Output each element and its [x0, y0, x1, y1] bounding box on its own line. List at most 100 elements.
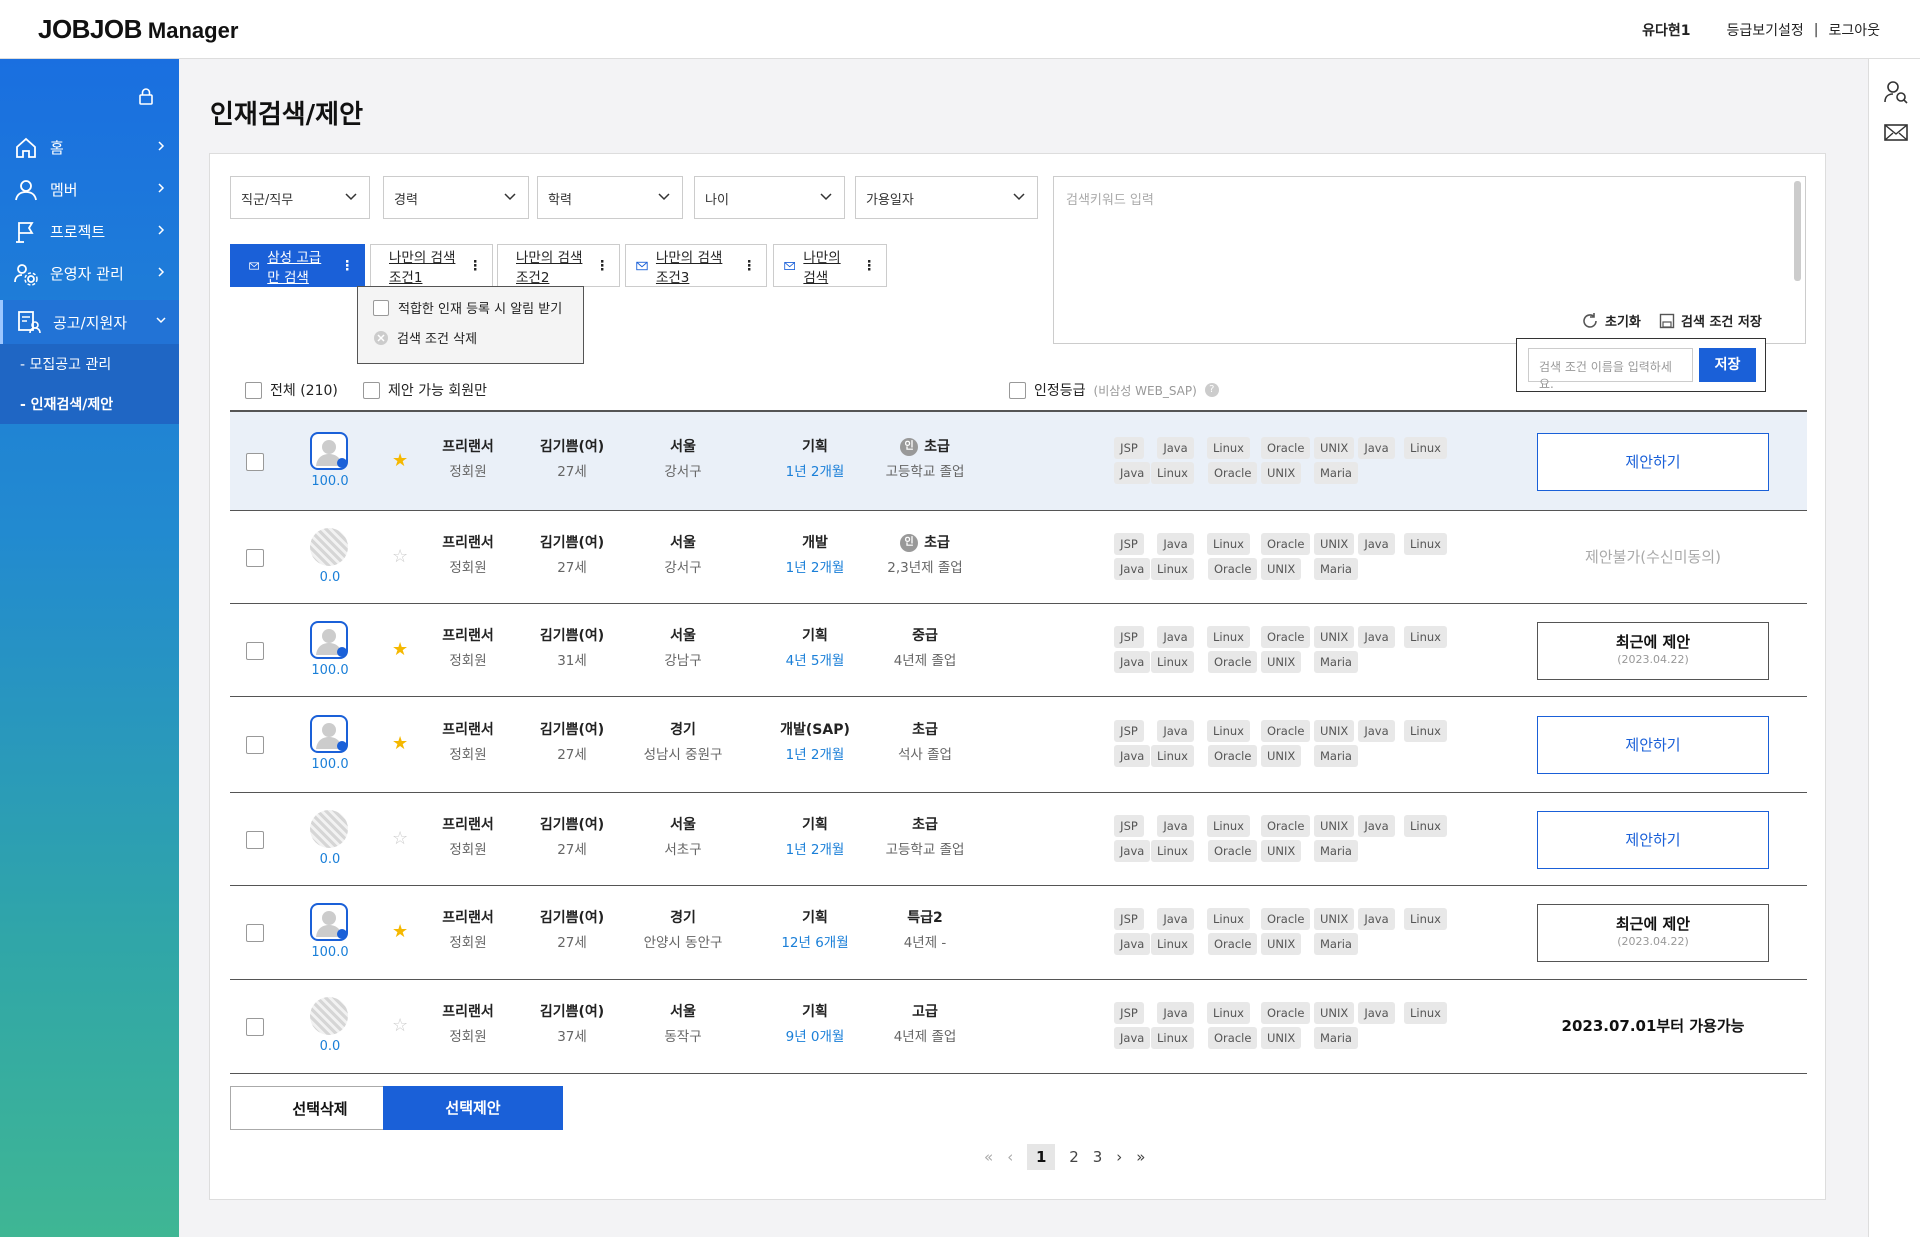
skill-tag: UNIX — [1261, 461, 1302, 484]
row-grade-cell: 고급 4년제 졸업 — [893, 1004, 957, 1045]
career-select[interactable]: 경력 — [383, 176, 529, 219]
match-score: 0.0 — [319, 851, 341, 867]
avatar[interactable] — [310, 903, 348, 941]
page-3[interactable]: 3 — [1093, 1148, 1103, 1166]
logout-link[interactable]: 로그아웃 — [1828, 20, 1880, 40]
sidebar-item-home[interactable]: 홈 — [0, 126, 179, 168]
skill-tag: Oracle — [1208, 461, 1258, 484]
row-checkbox[interactable] — [246, 452, 264, 471]
user-search-icon[interactable] — [1883, 79, 1909, 105]
star-filled-icon[interactable]: ★ — [392, 450, 408, 471]
skill-tag: Java — [1114, 839, 1151, 862]
propose-button[interactable]: 제안하기 — [1537, 432, 1769, 491]
avatar[interactable] — [310, 431, 348, 470]
more-icon[interactable]: ⋮ — [731, 258, 757, 274]
row-region-cell: 서울 강서구 — [664, 438, 702, 480]
more-icon[interactable]: ⋮ — [457, 258, 483, 274]
sidebar-item-project[interactable]: 프로젝트 — [0, 210, 179, 252]
star-filled-icon[interactable]: ★ — [392, 639, 408, 660]
reset-button[interactable]: 초기화 — [1581, 311, 1641, 330]
help-icon[interactable]: ? — [1204, 383, 1219, 397]
available-date-select[interactable]: 가용일자 — [855, 176, 1038, 219]
skill-tag: JSP — [1114, 908, 1144, 930]
more-icon[interactable]: ⋮ — [851, 258, 877, 274]
row-checkbox[interactable] — [246, 641, 264, 660]
job-select[interactable]: 직군/직무 — [230, 176, 370, 219]
star-filled-icon[interactable]: ★ — [392, 733, 408, 754]
select-all-check[interactable]: 전체 (210) — [245, 380, 338, 400]
row-checkbox[interactable] — [246, 924, 264, 942]
prev-page-icon[interactable]: ‹ — [1007, 1148, 1013, 1166]
sidebar-subitem-talent-search[interactable]: - 인재검색/제안 — [0, 384, 179, 424]
skill-tag: Maria — [1314, 1027, 1358, 1049]
proposal-unavailable-label: 제안불가(수신미동의) — [1585, 547, 1721, 566]
age-select[interactable]: 나이 — [694, 176, 845, 219]
more-icon[interactable]: ⋮ — [329, 258, 355, 274]
skill-tag: Linux — [1404, 1002, 1447, 1024]
avatar[interactable] — [310, 997, 348, 1035]
mail-icon[interactable] — [1883, 119, 1909, 145]
more-icon[interactable]: ⋮ — [584, 258, 610, 274]
star-outline-icon[interactable]: ☆ — [392, 1015, 408, 1036]
sidebar-subitem-recruit[interactable]: - 모집공고 관리 — [0, 344, 179, 384]
avatar[interactable] — [310, 715, 348, 753]
propose-selected-button[interactable]: 선택제안 — [383, 1086, 563, 1130]
row-checkbox[interactable] — [246, 736, 264, 754]
recent-proposal-button[interactable]: 최근에 제안 (2023.04.22) — [1537, 904, 1769, 962]
next-page-icon[interactable]: › — [1116, 1148, 1122, 1166]
skill-tag: Linux — [1207, 908, 1250, 930]
notify-checkbox[interactable] — [373, 299, 389, 316]
propose-button[interactable]: 제안하기 — [1537, 810, 1769, 869]
user-name: 유다현1 — [1642, 23, 1691, 39]
certified-grade-check[interactable]: 인정등급 (비삼성 WEB_SAP)? — [1009, 380, 1219, 400]
skill-tag: Linux — [1404, 814, 1447, 837]
skill-tag: Java — [1157, 814, 1194, 837]
chip-context-menu: 적합한 인재 등록 시 알림 받기 검색 조건 삭제 — [357, 286, 584, 364]
first-page-icon[interactable]: « — [984, 1148, 993, 1166]
page-1[interactable]: 1 — [1027, 1144, 1056, 1170]
grade-settings-link[interactable]: 등급보기설정 — [1726, 20, 1803, 40]
last-page-icon[interactable]: » — [1136, 1148, 1145, 1166]
skill-tag: Maria — [1314, 461, 1358, 484]
sidebar-item-jobs[interactable]: 공고/지원자 — [0, 300, 179, 344]
recent-proposal-button[interactable]: 최근에 제안 (2023.04.22) — [1537, 621, 1769, 680]
saved-search-chip-1[interactable]: 삼성 고급만 검색 ⋮ — [230, 244, 365, 287]
row-checkbox[interactable] — [246, 830, 264, 849]
avatar[interactable] — [310, 620, 348, 659]
skill-tag: Java — [1114, 557, 1151, 580]
row-checkbox[interactable] — [246, 548, 264, 567]
propose-button[interactable]: 제안하기 — [1537, 716, 1769, 774]
save-condition-button[interactable]: 검색 조건 저장 — [1659, 311, 1762, 330]
close-circle-icon — [374, 330, 388, 345]
saved-search-chip-4[interactable]: 나만의 검색조건3 ⋮ — [625, 244, 767, 287]
flag-icon — [16, 222, 34, 243]
skill-tag: Oracle — [1261, 625, 1311, 648]
education-select[interactable]: 학력 — [537, 176, 683, 219]
lock-icon[interactable] — [138, 87, 154, 105]
star-filled-icon[interactable]: ★ — [392, 921, 408, 942]
skill-tag: Maria — [1314, 650, 1358, 673]
scrollbar[interactable] — [1794, 181, 1801, 281]
proposable-only-check[interactable]: 제안 가능 회원만 — [363, 380, 487, 400]
avatar[interactable] — [310, 527, 348, 566]
page-2[interactable]: 2 — [1069, 1148, 1079, 1166]
app-logo[interactable]: JOBJOB Manager — [38, 14, 238, 45]
delete-condition-option[interactable]: 검색 조건 삭제 — [358, 317, 583, 347]
notify-option[interactable]: 적합한 인재 등록 시 알림 받기 — [358, 287, 583, 317]
save-button[interactable]: 저장 — [1699, 348, 1756, 382]
avatar[interactable] — [310, 809, 348, 848]
condition-name-input[interactable]: 검색 조건 이름을 입력하세요. — [1528, 348, 1693, 391]
star-outline-icon[interactable]: ☆ — [392, 546, 408, 567]
sidebar-item-admin[interactable]: 운영자 관리 — [0, 252, 179, 294]
saved-search-chip-5[interactable]: 나만의 검색 ⋮ — [773, 244, 887, 287]
star-outline-icon[interactable]: ☆ — [392, 828, 408, 849]
skill-tag: Oracle — [1261, 436, 1311, 459]
row-region-cell: 서울 강남구 — [664, 627, 702, 669]
saved-search-chip-2[interactable]: 나만의 검색조건1 ⋮ — [370, 244, 493, 287]
skill-tag: Java — [1358, 532, 1395, 555]
sidebar-item-member[interactable]: 멤버 — [0, 168, 179, 210]
row-checkbox[interactable] — [246, 1018, 264, 1036]
pagination: « ‹ 1 2 3 › » — [984, 1144, 1145, 1170]
keyword-textarea[interactable]: 검색키워드 입력 초기화 검색 조건 저장 — [1053, 176, 1806, 344]
saved-search-chip-3[interactable]: 나만의 검색조건2 ⋮ — [497, 244, 620, 287]
